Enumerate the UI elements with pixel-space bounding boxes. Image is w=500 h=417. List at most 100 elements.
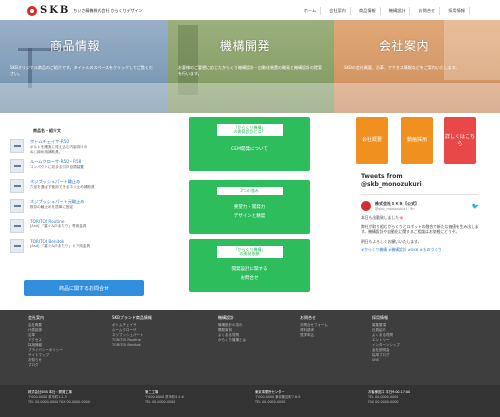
address-block: 株式会社SKB 本社・開発工場 〒000-0000 県市町1-2-3 TEL 0… (28, 390, 90, 404)
address-line: TEL 00-0000-0000 (145, 399, 176, 404)
nav-item-products[interactable]: 商品情報 (355, 7, 381, 15)
product-inquiry-button[interactable]: 商品に関するお問合せ (24, 280, 144, 296)
site-footer: 会社案内 会社概要 代表挨拶 沿革 アクセス 採用情報 プライバシーポリシー サ… (0, 310, 500, 417)
tweet-handle: @skb_monozukuri · 9h (375, 207, 415, 211)
product-list: 商品名・紹介文 ボトムチェイサ-R50 ボルトを確実に咥え込む内製向けの ねじ締… (10, 128, 150, 259)
site-logo[interactable]: SKB ちいさ精機株式会社 からくりデザイン (27, 5, 143, 16)
address-block: お客様窓口 平日9:00-17:00 TEL 00-0000-0000 FAX … (368, 390, 410, 404)
footer-column-title[interactable]: お問合せ (300, 315, 328, 321)
nav-item-design[interactable]: 機構設計 (385, 7, 411, 15)
address-block: 東京事業所センター 〒000-0000 東京都区町7-8-9 TEL 00-00… (255, 390, 300, 404)
footer-link[interactable]: SNS (372, 358, 400, 363)
box-tag: 「からくり機構」 の開発依頼 (216, 246, 283, 258)
footer-link[interactable]: TORITOI Benitok (112, 343, 152, 348)
footer-column-contact: お問合せ お問合せフォーム 資料請求 見学申込 (300, 315, 328, 338)
address-name: 株式会社SKB 本社・開発工場 (28, 390, 72, 394)
box-tag-line: の開発設計とは？ (233, 129, 266, 134)
footer-addresses: 株式会社SKB 本社・開発工場 〒000-0000 県市町1-2-3 TEL 0… (0, 385, 500, 417)
logo-mark-icon (27, 5, 37, 16)
nav-item-company[interactable]: 会社案内 (325, 7, 351, 15)
address-line: TEL 00-0000-0000 (255, 399, 286, 404)
product-thumbnail (10, 239, 24, 253)
tweet-hashtags[interactable]: #からくり機構 #機構設計 #SKB #ものづくり (361, 247, 479, 252)
hero-panel-development[interactable]: 機構開発 お客様のご要望に応じたからくり機構設計・自動化装置の開発と機構設計の提… (168, 20, 334, 113)
box-link-text[interactable]: 開発設計に関する (189, 266, 310, 272)
product-thumbnail (10, 199, 24, 213)
nav-item-contact[interactable]: お問合せ (414, 7, 441, 15)
divider (361, 194, 479, 195)
twitter-timeline: Tweets from @skb_monozukuri 株式会社ＳＫＢ【公式】 … (361, 173, 479, 252)
hero-panel-desc: お客様のご要望に応じたからくり機構設計・自動化装置の開発と機構設計の提案を行いま… (178, 65, 322, 76)
product-desc: ボルトを確実に咥え込む内製向けの (30, 145, 88, 149)
tweet-header: 株式会社ＳＫＢ【公式】 @skb_monozukuri · 9h 🐦 (361, 201, 479, 211)
product-desc: [Asd] 「塞ぐ&戸あたり」専用金具 (30, 224, 87, 228)
nav-item-home[interactable]: ホーム (300, 7, 322, 15)
twitter-bird-icon[interactable]: 🐦 (472, 203, 479, 210)
box-tag: 「からくり機構」 の開発設計とは？ (216, 124, 283, 136)
nav-item-recruit[interactable]: 採用情報 (444, 7, 470, 15)
logo-text: SKB (40, 5, 71, 16)
list-item[interactable]: TORITOI Routine [Asd] 「塞ぐ&戸あたり」専用金具 (10, 219, 150, 239)
company-overview-button[interactable]: 会社概要 (356, 117, 388, 164)
box-link-text[interactable]: デザインと精度 (189, 213, 310, 219)
details-button[interactable]: 詳しくはこちら (444, 117, 476, 164)
strengths-box[interactable]: 3つの強み 要望力・開発力 デザインと精度 (189, 180, 310, 234)
address-block: 第二工場 〒000-0000 県市町4-5-6 TEL 00-0000-0000 (145, 390, 184, 404)
footer-link[interactable]: からくり機構とは (218, 338, 246, 343)
box-link-text[interactable]: お問合せ (189, 275, 310, 281)
tweet-text: 明日もよろしくお願いいたします。 (361, 238, 422, 244)
address-line: FAX 00-0000-0000 (368, 399, 399, 404)
hero-panel-title: 商品情報 (50, 39, 101, 53)
product-desc: ねじ締め用補助具。 (30, 149, 63, 154)
list-item[interactable]: ボトムチェイサ-R50 ボルトを確実に咥え込む内製向けの ねじ締め用補助具。 (10, 139, 150, 159)
product-list-title: 商品名・紹介文 (33, 128, 61, 133)
footer-column-design: 機構設計 機構設計の流れ 開発事例 よくある質問 からくり機構とは (218, 315, 246, 343)
list-item[interactable]: ネジプッシュパート元輪止め 既存の輪止めを簡単に固定 (10, 199, 150, 219)
avatar[interactable] (361, 201, 371, 211)
hero-panel-company[interactable]: 会社案内 SKBの会社概要、沿革、アクセス情報などをご案内いたします。 (334, 20, 500, 113)
development-about-box[interactable]: 「からくり機構」 の開発設計とは？ CEM開発について (189, 117, 310, 171)
hero-decoration (444, 20, 500, 80)
hero-overlay (168, 83, 334, 113)
development-request-box[interactable]: 「からくり機構」 の開発依頼 開発設計に関する お問合せ (189, 239, 310, 292)
footer-column-title[interactable]: 機構設計 (218, 315, 246, 321)
address-line: TEL 00-0000-0000 (368, 394, 399, 399)
footer-column-company: 会社案内 会社概要 代表挨拶 沿革 アクセス 採用情報 プライバシーポリシー サ… (28, 315, 63, 368)
address-line: 〒000-0000 県市町4-5-6 (145, 394, 184, 399)
logo-tagline: ちいさ精機株式会社 からくりデザイン (73, 7, 143, 13)
tweet-text: 本日も出勤致しました🌸 (361, 215, 404, 220)
product-desc: 既存の輪止めを簡単に固定 (30, 205, 74, 209)
list-item[interactable]: ルームクローザ-R50・R58 コンパクトに収まる引戸自閉装置 (10, 159, 150, 179)
list-item[interactable]: TORITOI Benitok [Asd] 「塞ぐ&戸あたり」ドア用金具 (10, 239, 150, 259)
footer-column-title[interactable]: 採用情報 (372, 315, 400, 321)
video-recruit-button[interactable]: 動画採用 (401, 117, 433, 164)
timeline-handle[interactable]: @skb_monozukuri (361, 181, 479, 189)
timeline-title: Tweets from (361, 173, 403, 180)
product-thumbnail (10, 179, 24, 193)
address-name: 東京事業所センター (255, 390, 285, 394)
box-tag-line: の開発依頼 (239, 251, 260, 256)
box-link-text[interactable]: 要望力・開発力 (189, 204, 310, 210)
hero-panel-desc: SKBオリジナル商品のご紹介です。タイトルのスペースをクリックしてご覧ください。 (10, 65, 153, 76)
box-link-text[interactable]: CEM開発について (189, 146, 310, 152)
product-desc: [Asd] 「塞ぐ&戸あたり」ドア用金具 (30, 244, 91, 248)
footer-column-recruit: 採用情報 募集要項 社員紹介 よくある質問 エントリー インターンシップ 会社説… (372, 315, 400, 363)
hero-banner: 商品情報 SKBオリジナル商品のご紹介です。タイトルのスペースをクリックしてご覧… (0, 20, 500, 113)
address-name: お客様窓口 平日9:00-17:00 (368, 390, 411, 394)
box-tag: 3つの強み (216, 187, 283, 195)
global-nav: ホーム 会社案内 商品情報 機構設計 お問合せ 採用情報 (300, 7, 470, 15)
footer-link[interactable]: ブログ (28, 363, 63, 368)
hero-panel-products[interactable]: 商品情報 SKBオリジナル商品のご紹介です。タイトルのスペースをクリックしてご覧… (0, 20, 168, 113)
hero-overlay (334, 83, 500, 113)
product-thumbnail (10, 139, 24, 153)
product-desc: コンパクトに収まる引戸自閉装置 (30, 165, 84, 169)
footer-column-title[interactable]: SKBブランド商品情報 (112, 315, 152, 321)
hero-overlay (0, 83, 168, 113)
list-item[interactable]: ネジプッシュパート輪止め 穴径を選ばず使用できるネジ止め補助具 (10, 179, 150, 199)
footer-column-title[interactable]: 会社案内 (28, 315, 63, 321)
hero-panel-title: 機構開発 (220, 39, 271, 53)
product-thumbnail (10, 219, 24, 233)
footer-link[interactable]: 見学申込 (300, 333, 328, 338)
product-desc: 穴径を選ばず使用できるネジ止め補助具 (30, 185, 95, 189)
address-line: 〒000-0000 東京都区町7-8-9 (255, 394, 301, 399)
